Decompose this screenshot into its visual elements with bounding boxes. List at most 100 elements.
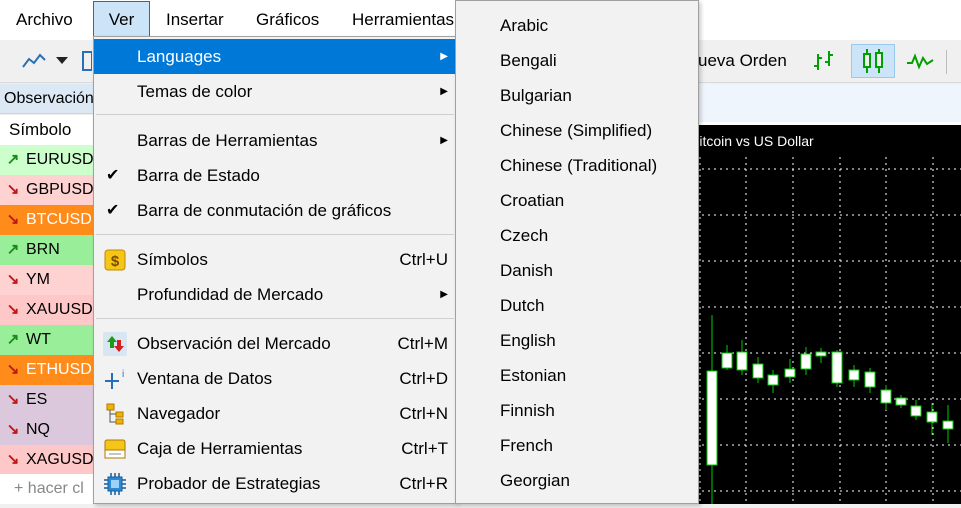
language-option[interactable]: Georgian: [500, 463, 570, 498]
arrow-up-icon: ↗: [6, 241, 20, 258]
symbol-name: YM: [26, 271, 50, 288]
candle-body: [831, 351, 843, 384]
language-option[interactable]: Dutch: [500, 288, 544, 323]
arrow-down-icon: ↘: [6, 421, 20, 438]
shortcut-label: Ctrl+T: [401, 439, 448, 458]
candle-body: [864, 371, 876, 388]
language-option[interactable]: Danish: [500, 253, 553, 288]
market-watch-row[interactable]: ↘ YM: [0, 265, 96, 295]
menu-item-label: Temas de color: [137, 82, 253, 101]
menu-item-label: Barra de Estado: [137, 166, 260, 185]
symbol-name: XAUUSD: [26, 301, 93, 318]
bar-chart-icon[interactable]: [806, 44, 842, 78]
chevron-down-icon[interactable]: [54, 44, 70, 78]
market-watch-row[interactable]: ↘ ETHUSD: [0, 355, 96, 385]
submenu-arrow-icon: ▶: [440, 86, 448, 97]
candle-body: [721, 352, 733, 369]
market-watch-row[interactable]: ↘ BTCUSD: [0, 205, 96, 235]
menu-item-label: Barra de conmutación de gráficos: [137, 201, 392, 220]
menu-item-chart-switch-bar[interactable]: ✔ Barra de conmutación de gráficos: [94, 193, 456, 228]
menu-item-label: Símbolos: [137, 250, 208, 269]
candle-body: [848, 369, 860, 381]
line-trend-icon[interactable]: [900, 44, 940, 78]
checkmark-icon: ✔: [106, 167, 120, 184]
candle-body: [942, 420, 954, 430]
market-watch-row[interactable]: ↗ EURUSD: [0, 145, 96, 175]
market-watch-row[interactable]: ↘ XAUUSD: [0, 295, 96, 325]
menu-item-data-window[interactable]: i Ventana de Datos Ctrl+D: [94, 361, 456, 396]
menu-item-label: Barras de Herramientas: [137, 131, 318, 150]
symbol-name: EURUSD: [26, 151, 94, 168]
toolbar-separator: [946, 50, 947, 74]
menu-item-toolbars[interactable]: Barras de Herramientas ▶: [94, 123, 456, 158]
market-watch-row[interactable]: ↘ ES: [0, 385, 96, 415]
candle-body: [895, 397, 907, 406]
menu-item-status-bar[interactable]: ✔ Barra de Estado: [94, 158, 456, 193]
menu-ver[interactable]: Ver: [93, 1, 150, 39]
menu-herramientas[interactable]: Herramientas: [344, 0, 462, 40]
market-watch-header: Observación: [0, 84, 96, 114]
symbol-name: ES: [26, 391, 48, 408]
symbol-name: WT: [26, 331, 51, 348]
menu-item-label: Caja de Herramientas: [137, 439, 303, 458]
menu-item-symbols[interactable]: $ Símbolos Ctrl+U: [94, 242, 456, 277]
toolbox-icon: [103, 437, 127, 461]
shortcut-label: Ctrl+U: [399, 250, 448, 269]
language-option[interactable]: Arabic: [500, 8, 548, 43]
symbol-column-header[interactable]: Símbolo: [0, 115, 96, 145]
submenu-arrow-icon: ▶: [440, 51, 448, 62]
add-symbol-row[interactable]: + hacer cl: [0, 474, 96, 504]
add-symbol-label[interactable]: + hacer cl: [0, 480, 84, 497]
svg-text:i: i: [122, 369, 124, 380]
symbol-name: ETHUSD: [26, 361, 92, 378]
market-watch-icon: [103, 332, 127, 356]
menu-item-color-themes[interactable]: Temas de color ▶: [94, 74, 456, 109]
menu-archivo[interactable]: Archivo: [8, 0, 81, 40]
language-option[interactable]: French: [500, 428, 553, 463]
template-icon[interactable]: [78, 44, 94, 78]
new-order-button[interactable]: ueva Orden: [698, 44, 794, 78]
market-watch-row[interactable]: ↗ BRN: [0, 235, 96, 265]
language-option[interactable]: Chinese (Simplified): [500, 113, 652, 148]
language-option[interactable]: Bengali: [500, 43, 557, 78]
language-option[interactable]: Finnish: [500, 393, 555, 428]
menu-item-market-watch[interactable]: Observación del Mercado Ctrl+M: [94, 326, 456, 361]
candle-body: [706, 370, 718, 466]
symbols-icon: $: [103, 248, 127, 272]
symbol-name: NQ: [26, 421, 50, 438]
menu-item-market-depth[interactable]: Profundidad de Mercado ▶: [94, 277, 456, 312]
menu-item-navigator[interactable]: Navegador Ctrl+N: [94, 396, 456, 431]
language-option[interactable]: Chinese (Traditional): [500, 148, 657, 183]
menu-item-strategy-tester[interactable]: Probador de Estrategias Ctrl+R: [94, 466, 456, 501]
candle-body: [752, 363, 764, 379]
menu-insertar[interactable]: Insertar: [158, 0, 232, 40]
arrow-down-icon: ↘: [6, 451, 20, 468]
price-chart[interactable]: Bitcoin vs US Dollar: [690, 125, 961, 504]
language-option[interactable]: Czech: [500, 218, 548, 253]
svg-text:$: $: [111, 253, 120, 270]
shortcut-label: Ctrl+D: [399, 369, 448, 388]
arrow-down-icon: ↘: [6, 181, 20, 198]
language-option[interactable]: Croatian: [500, 183, 564, 218]
shortcut-label: Ctrl+R: [399, 474, 448, 493]
candle-body: [736, 351, 748, 371]
line-chart-icon[interactable]: [18, 44, 50, 78]
language-option[interactable]: English: [500, 323, 556, 358]
menu-item-toolbox[interactable]: Caja de Herramientas Ctrl+T: [94, 431, 456, 466]
candlestick-chart-icon[interactable]: [851, 44, 895, 78]
market-watch-row[interactable]: ↗ WT: [0, 325, 96, 355]
candle-body: [926, 411, 938, 423]
language-option[interactable]: Bulgarian: [500, 78, 572, 113]
arrow-down-icon: ↘: [6, 391, 20, 408]
candle-body: [784, 368, 796, 378]
market-watch-row[interactable]: ↘ NQ: [0, 415, 96, 445]
arrow-up-icon: ↗: [6, 331, 20, 348]
menu-item-label: Probador de Estrategias: [137, 474, 321, 493]
market-watch-row[interactable]: ↘ XAGUSD: [0, 445, 96, 475]
language-option[interactable]: Estonian: [500, 358, 566, 393]
menu-graficos[interactable]: Gráficos: [248, 0, 327, 40]
market-watch-row[interactable]: ↘ GBPUSD: [0, 175, 96, 205]
candle-body: [880, 389, 892, 404]
menu-item-languages[interactable]: Languages ▶: [94, 39, 456, 74]
symbol-name: BRN: [26, 241, 60, 258]
